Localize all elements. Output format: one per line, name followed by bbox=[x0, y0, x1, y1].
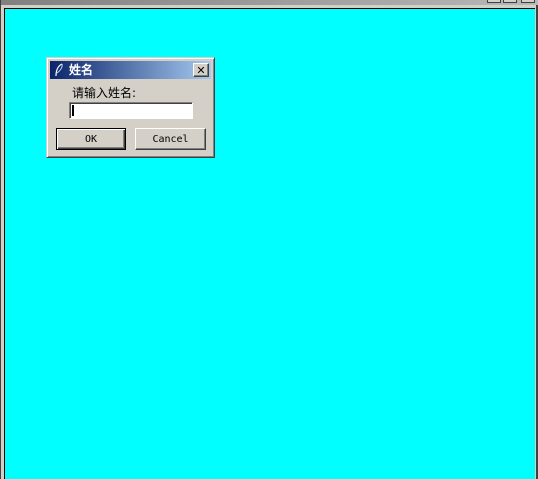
name-prompt-label: 请输入姓名: bbox=[72, 86, 137, 100]
main-window-titlebar[interactable] bbox=[1, 0, 538, 5]
cancel-button[interactable]: Cancel bbox=[135, 128, 206, 150]
feather-icon bbox=[55, 63, 63, 77]
name-input[interactable] bbox=[69, 102, 193, 119]
name-dialog: 姓名 ✕ 请输入姓名: OK Cancel bbox=[46, 57, 215, 158]
minimize-button[interactable] bbox=[487, 0, 501, 3]
maximize-button[interactable] bbox=[503, 0, 517, 3]
close-window-button[interactable] bbox=[521, 0, 535, 3]
dialog-title: 姓名 bbox=[69, 63, 94, 77]
dialog-close-button[interactable]: ✕ bbox=[193, 63, 209, 77]
close-icon: ✕ bbox=[196, 63, 206, 77]
text-caret bbox=[72, 105, 74, 116]
dialog-titlebar[interactable]: 姓名 ✕ bbox=[50, 61, 211, 79]
ok-button[interactable]: OK bbox=[56, 128, 126, 150]
